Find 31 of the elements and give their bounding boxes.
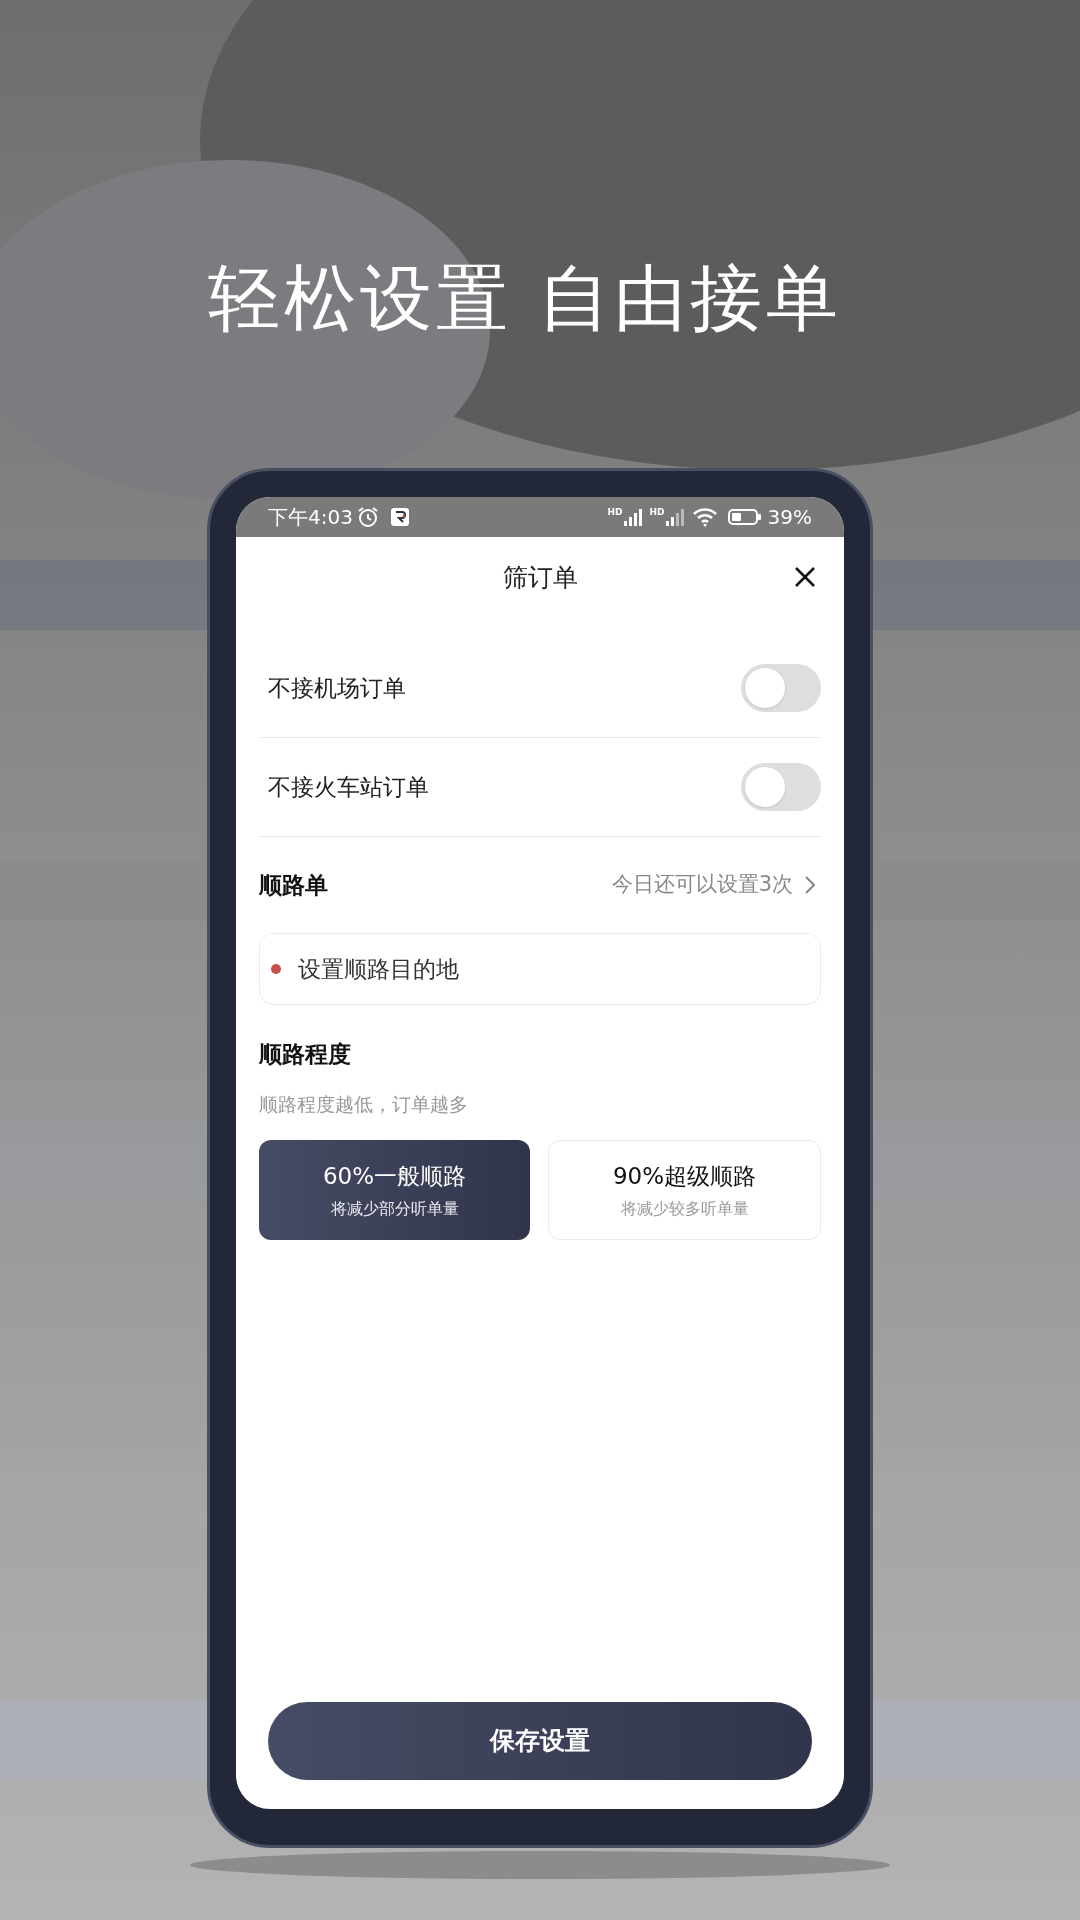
sheet-title: 筛订单 [502,562,578,595]
save-button[interactable]: 保存设置 [268,1702,812,1780]
option-title: 90%超级顺路 [612,1161,757,1191]
network-label: HD [649,508,665,517]
signal-icon [623,508,644,526]
section-title: 顺路单 [259,870,328,900]
battery-percent: 39% [767,504,812,531]
battery-icon [727,508,762,526]
status-time: 下午4:03 [268,504,353,531]
toggle-switch[interactable] [741,763,821,811]
wifi-icon [691,507,718,527]
network-label: HD [607,508,623,517]
option-card[interactable]: 60%一般顺路 将减少部分听单量 [259,1140,530,1240]
option-title: 60%一般顺路 [322,1161,467,1191]
alarm-icon [356,506,379,528]
signal-icon [665,508,686,526]
option-card[interactable]: 90%超级顺路 将减少较多听单量 [548,1140,821,1240]
hint-text: 顺路程度越低，订单越多 [259,1091,469,1117]
headline: 轻松设置 自由接单 [207,262,843,334]
toggle-label: 不接机场订单 [268,673,406,703]
remaining-count: 今日还可以设置3次 [611,871,793,899]
option-subtitle: 将减少较多听单量 [620,1198,749,1221]
dot-icon [271,964,281,974]
toggle-switch[interactable] [741,664,821,712]
option-subtitle: 将减少部分听单量 [330,1198,459,1221]
close-icon[interactable] [794,566,816,588]
section-title: 顺路程度 [259,1040,352,1069]
toggle-label: 不接火车站订单 [268,772,429,802]
app-icon [390,508,409,526]
chevron-right-icon[interactable] [805,876,815,894]
destination-field[interactable]: 设置顺路目的地 [259,933,821,1005]
